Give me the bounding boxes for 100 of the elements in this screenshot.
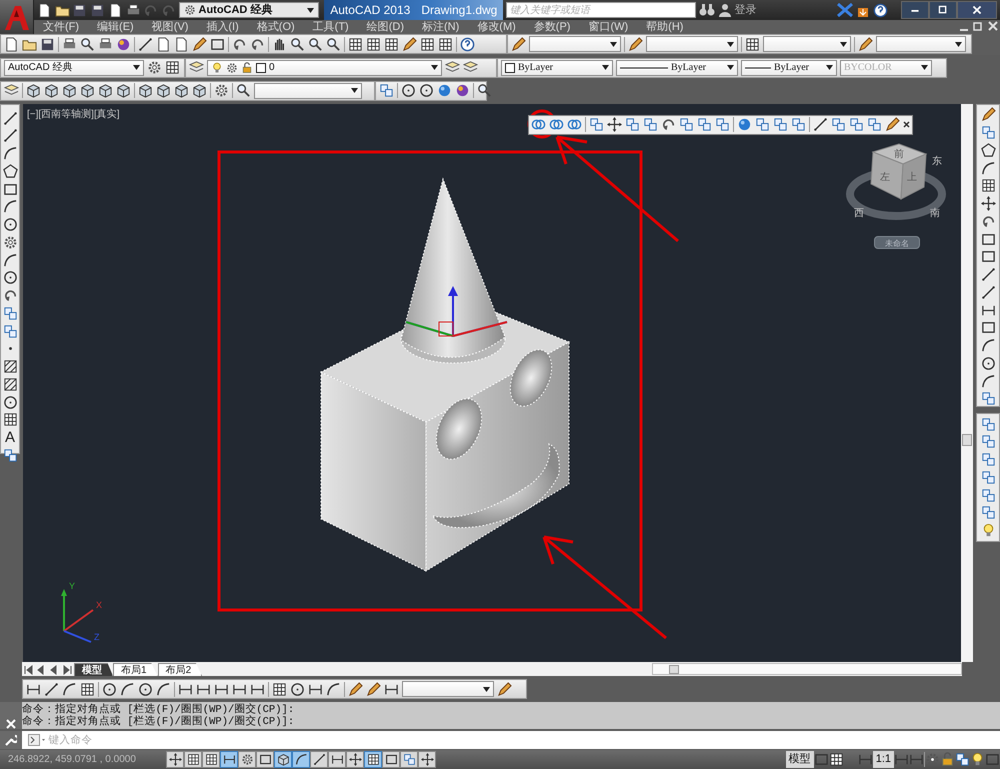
boxes-icon[interactable] xyxy=(773,117,788,132)
status-toggle[interactable] xyxy=(166,751,184,768)
view-name-button[interactable]: 未命名 xyxy=(874,236,920,248)
printer-icon[interactable] xyxy=(126,2,140,18)
hatch-icon[interactable] xyxy=(2,376,18,392)
document-icon[interactable] xyxy=(36,2,52,18)
zoom-icon[interactable] xyxy=(477,83,492,98)
arc-icon[interactable] xyxy=(2,146,18,161)
circle-icon[interactable] xyxy=(2,270,18,286)
save-icon[interactable] xyxy=(90,2,105,18)
arc-icon[interactable] xyxy=(326,682,341,696)
user-icon[interactable] xyxy=(718,3,732,17)
cube-icon[interactable] xyxy=(26,83,41,98)
arc-icon[interactable] xyxy=(980,160,996,176)
viewcube-face-label[interactable]: 左 xyxy=(880,172,890,182)
boxes-icon[interactable] xyxy=(867,117,882,132)
rectangle-icon[interactable] xyxy=(2,182,18,196)
printer-icon[interactable] xyxy=(62,36,77,52)
model-space-button[interactable]: 模型 xyxy=(786,751,814,768)
viewcube-face-label[interactable]: 前 xyxy=(894,148,904,160)
boxes-icon[interactable] xyxy=(980,391,996,406)
boxes-icon[interactable] xyxy=(379,83,394,98)
restore-button[interactable] xyxy=(929,1,958,19)
menu-item[interactable]: 插入(I) xyxy=(197,20,248,35)
viewport-label[interactable]: [−][西南等轴测][真实] xyxy=(27,106,120,122)
menu-item[interactable]: 绘图(D) xyxy=(358,20,413,35)
cube-icon[interactable] xyxy=(44,83,59,98)
table-icon[interactable] xyxy=(2,412,18,428)
lineweight-dropdown[interactable]: ByLayer xyxy=(741,60,837,76)
layer-dropdown[interactable]: 0 xyxy=(207,60,442,76)
rings-icon[interactable] xyxy=(567,117,582,132)
boxes-icon[interactable] xyxy=(980,125,996,140)
circle-icon[interactable] xyxy=(2,394,18,410)
status-toggle[interactable] xyxy=(382,751,400,768)
table-icon[interactable] xyxy=(384,36,399,52)
pencil-icon[interactable] xyxy=(497,682,512,696)
arc-icon[interactable] xyxy=(156,682,171,696)
multileader-style-dropdown[interactable] xyxy=(876,36,966,52)
color-dropdown[interactable]: ByLayer xyxy=(501,60,613,76)
rings-icon[interactable] xyxy=(531,117,546,132)
arc-icon[interactable] xyxy=(62,682,77,696)
circle-icon[interactable] xyxy=(2,217,18,232)
viewcube-face-label[interactable]: 上 xyxy=(907,172,917,182)
pencil-icon[interactable] xyxy=(366,682,381,696)
table-icon[interactable] xyxy=(366,36,381,52)
lock-icon[interactable] xyxy=(241,62,253,74)
linetype-dropdown[interactable]: ByLayer xyxy=(616,60,738,76)
rectangle-icon[interactable] xyxy=(210,36,225,52)
table-icon[interactable] xyxy=(165,60,180,76)
table-icon[interactable] xyxy=(438,36,453,52)
pencil-icon[interactable] xyxy=(348,682,363,696)
cube-icon[interactable] xyxy=(174,83,189,98)
bulb-icon[interactable] xyxy=(211,62,223,74)
polygon-icon[interactable] xyxy=(2,164,18,179)
arc-icon[interactable] xyxy=(120,682,135,696)
boxes-icon[interactable] xyxy=(849,117,864,132)
boxes-icon[interactable] xyxy=(980,470,996,485)
sphere-icon[interactable] xyxy=(116,36,131,52)
rectangle-icon[interactable] xyxy=(980,320,996,336)
menu-item[interactable]: 帮助(H) xyxy=(637,20,692,35)
save-icon[interactable] xyxy=(40,36,55,52)
pencil-icon[interactable] xyxy=(885,117,900,132)
zoom-icon[interactable] xyxy=(290,36,305,52)
table-icon[interactable] xyxy=(272,682,287,696)
drawing-canvas[interactable]: X Y Z 前 左 上 东 西 南 [−][西南等轴测][真实] 未命名 xyxy=(23,104,962,662)
command-prompt-icon[interactable] xyxy=(28,734,46,746)
status-toggle[interactable] xyxy=(418,751,436,768)
help-icon[interactable] xyxy=(872,2,888,18)
compass-label[interactable]: 东 xyxy=(932,156,942,166)
boxes-icon[interactable] xyxy=(980,452,996,467)
table-icon[interactable] xyxy=(348,36,363,52)
line-icon[interactable] xyxy=(980,267,996,282)
move-icon[interactable] xyxy=(980,196,996,211)
table-icon[interactable] xyxy=(828,752,844,767)
table-icon[interactable] xyxy=(80,682,95,696)
line-icon[interactable] xyxy=(138,36,153,52)
help-icon[interactable] xyxy=(460,36,475,52)
pencil-icon[interactable] xyxy=(980,107,996,122)
document-icon[interactable] xyxy=(108,2,123,18)
rectangle-icon[interactable] xyxy=(814,752,829,767)
boxes-icon[interactable] xyxy=(679,117,694,132)
layout-tab[interactable]: 布局1 xyxy=(113,663,158,676)
table-icon[interactable] xyxy=(420,36,435,52)
x-logo-icon[interactable] xyxy=(837,3,853,17)
settings-icon[interactable] xyxy=(2,234,18,250)
compass-label[interactable]: 南 xyxy=(930,208,940,218)
boxes-icon[interactable] xyxy=(980,416,996,432)
cube-icon[interactable] xyxy=(138,83,153,98)
move-icon[interactable] xyxy=(607,117,622,132)
table-icon[interactable] xyxy=(980,178,996,194)
boxes-icon[interactable] xyxy=(791,117,806,132)
status-toggle[interactable] xyxy=(184,751,202,768)
layout-tab[interactable]: 模型 xyxy=(74,663,113,676)
cube-icon[interactable] xyxy=(98,83,113,98)
close-button[interactable] xyxy=(957,1,998,19)
bulb-icon[interactable] xyxy=(970,752,985,767)
polygon-icon[interactable] xyxy=(980,142,996,158)
menu-item[interactable]: 编辑(E) xyxy=(88,20,143,35)
boxes-icon[interactable] xyxy=(2,306,18,321)
rectangle-icon[interactable] xyxy=(980,249,996,264)
